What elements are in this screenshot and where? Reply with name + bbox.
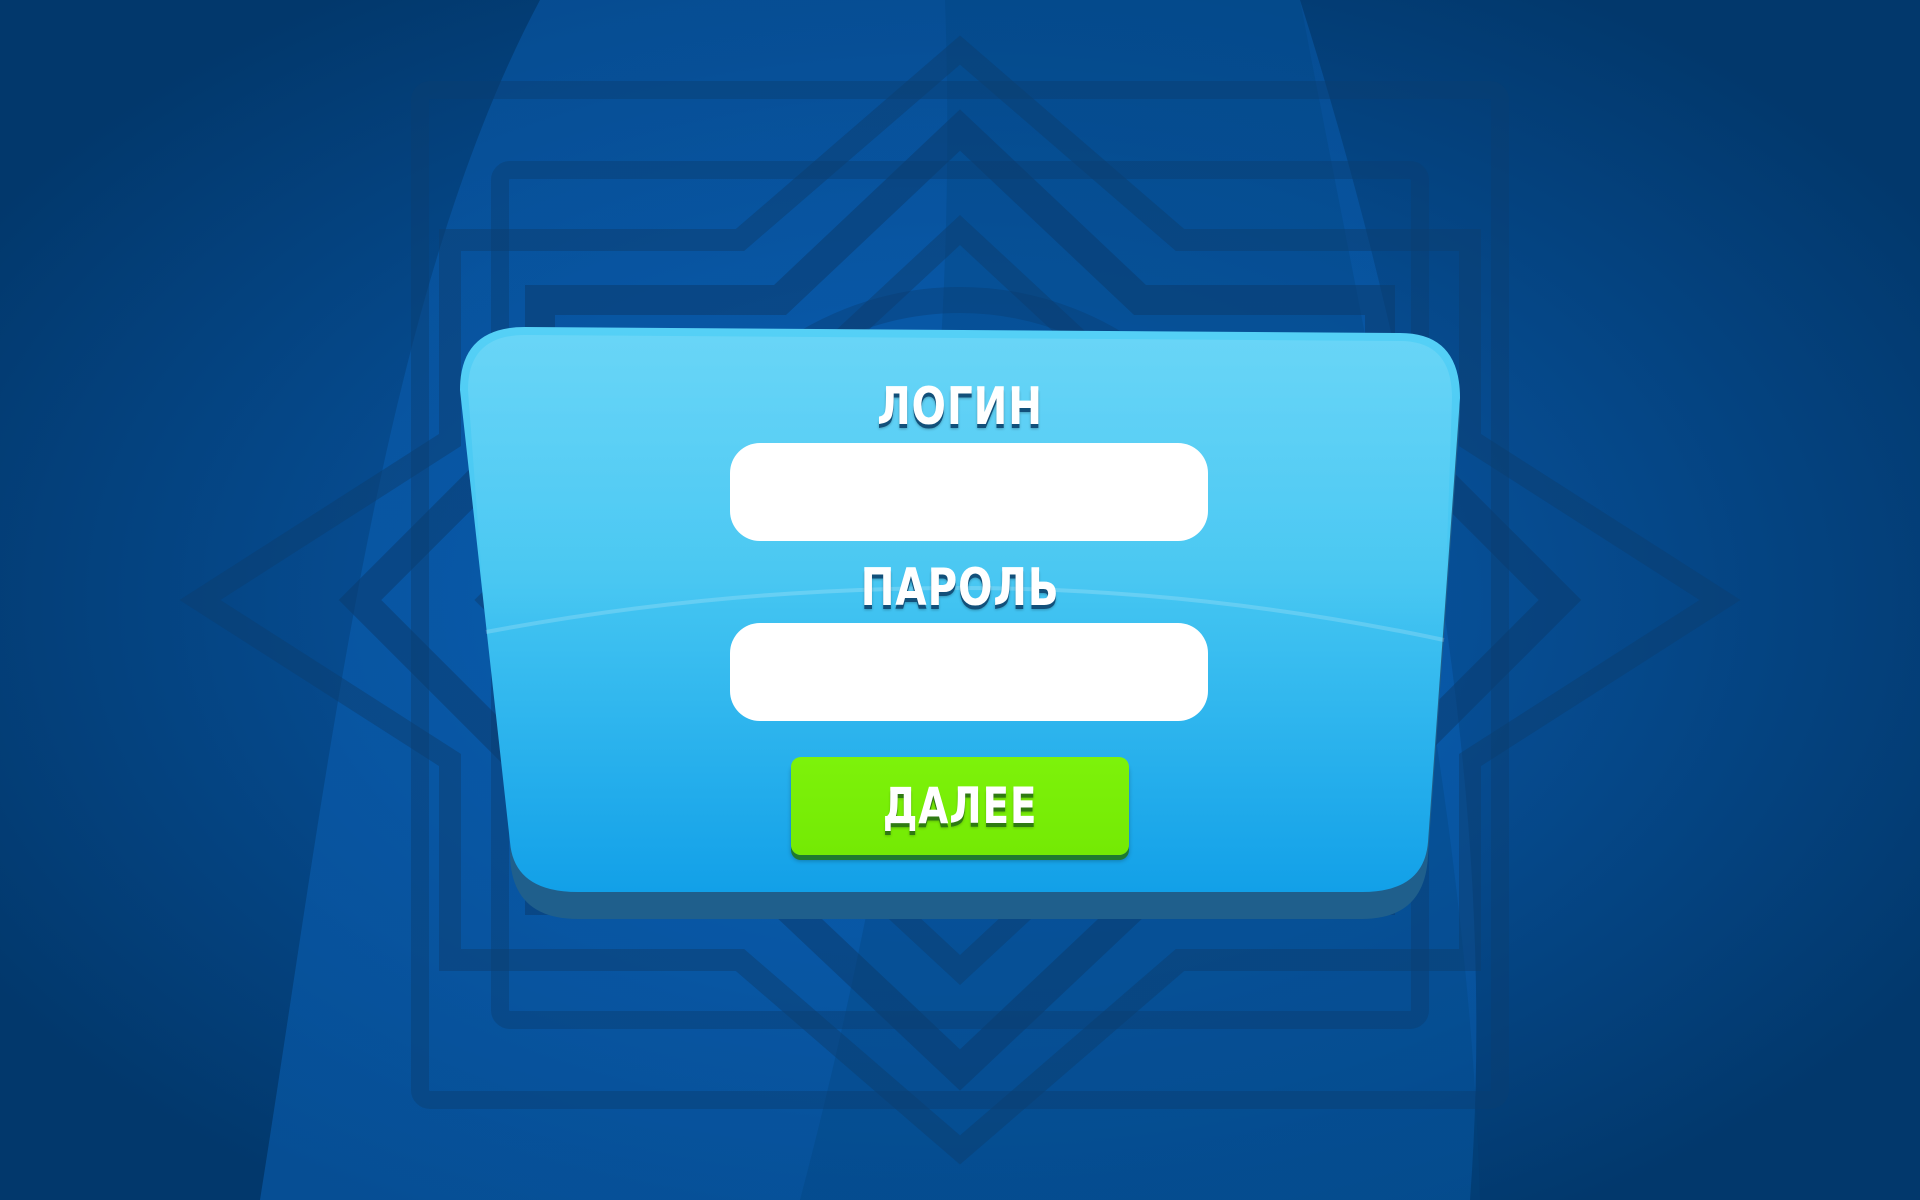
password-input[interactable]: [730, 623, 1208, 721]
password-label: ПАРОЛЬ: [860, 558, 1060, 618]
login-input[interactable]: [730, 443, 1208, 541]
next-button[interactable]: ДАЛЕЕ: [791, 757, 1129, 855]
next-button-label: ДАЛЕЕ: [882, 777, 1038, 835]
login-label: ЛОГИН: [877, 377, 1043, 437]
login-screen: ЛОГИН ПАРОЛЬ ДАЛЕЕ: [0, 0, 1920, 1200]
